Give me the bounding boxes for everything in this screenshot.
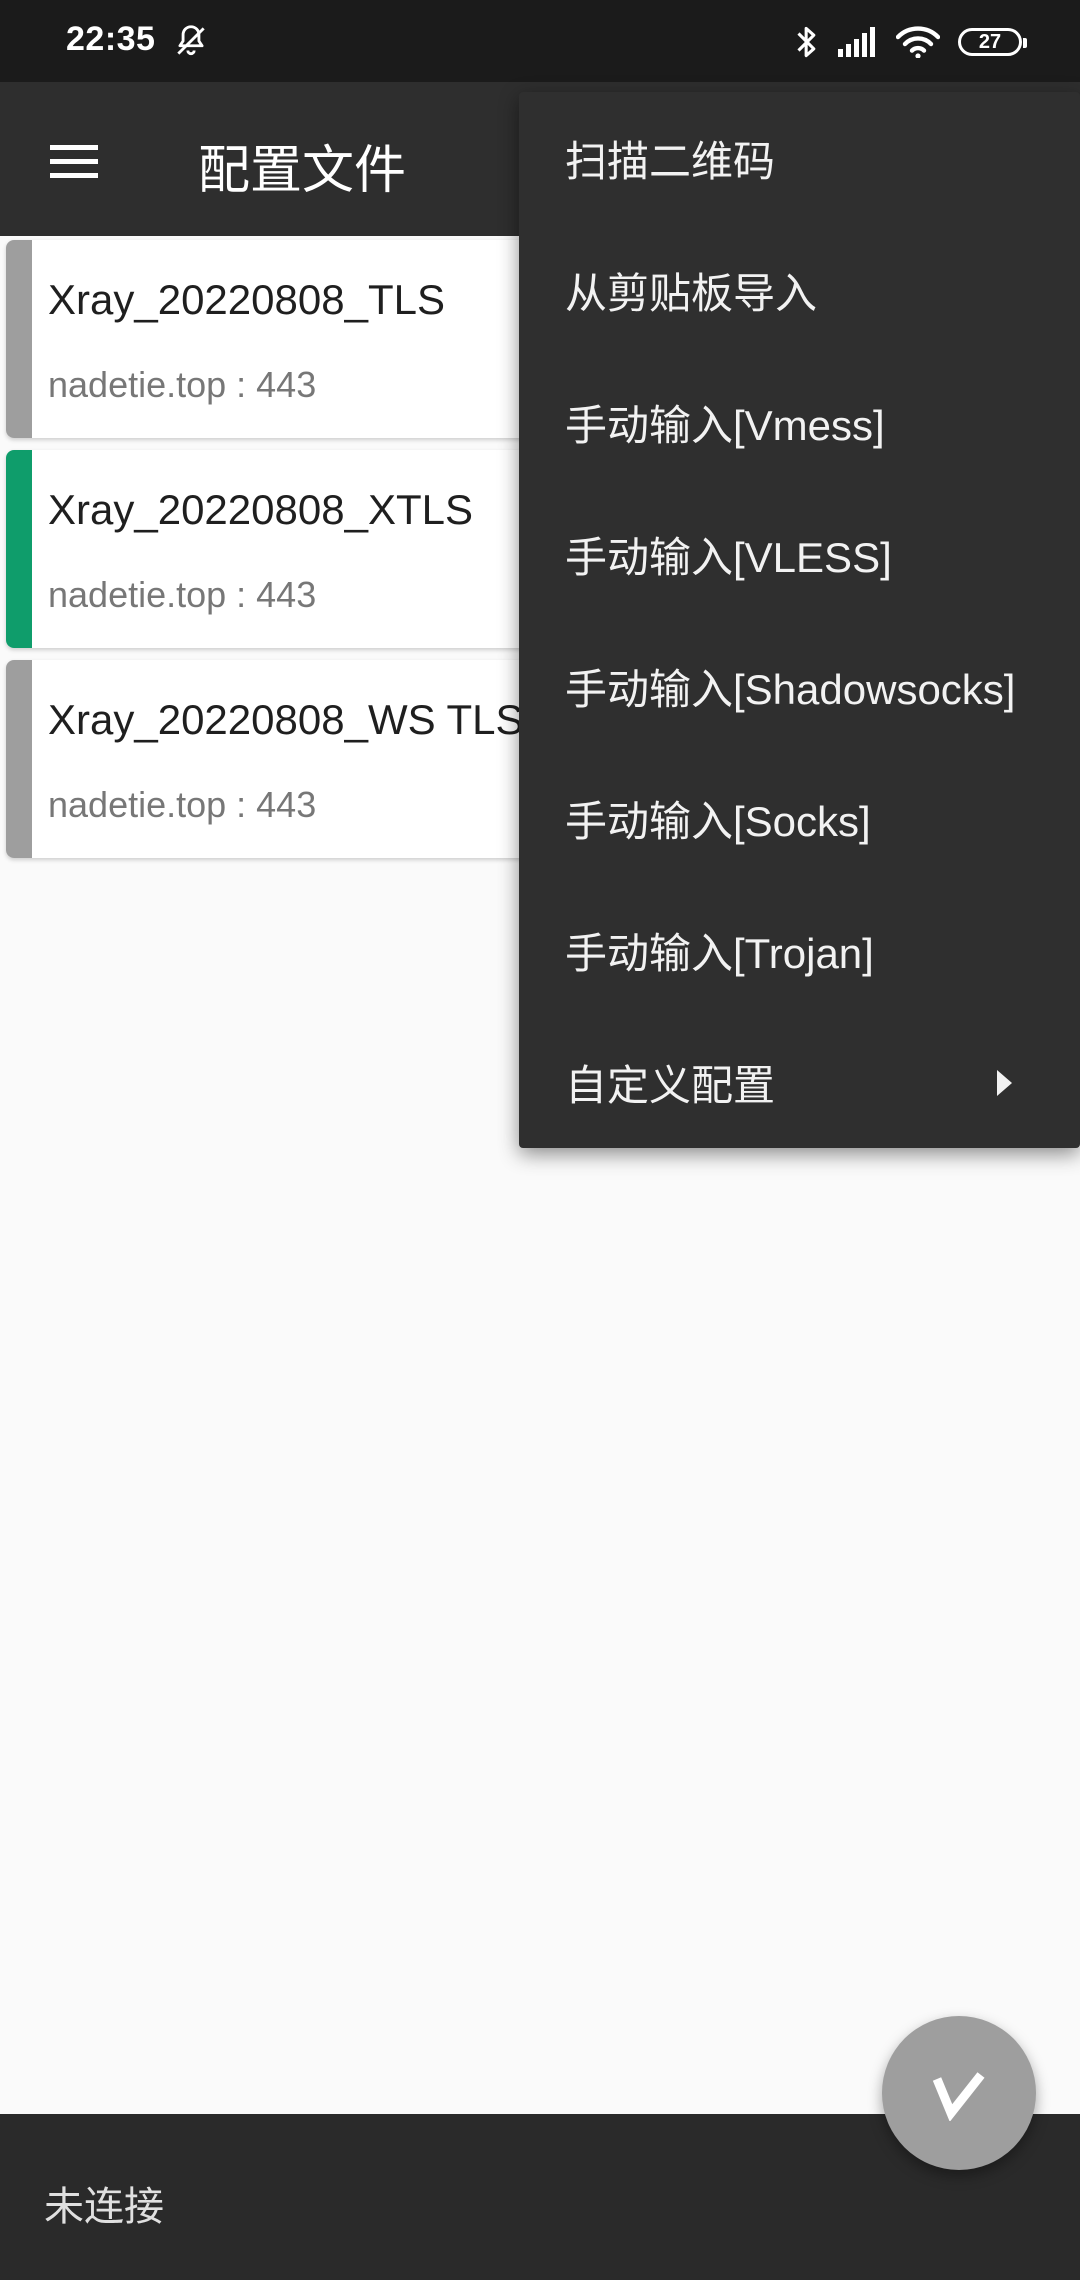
connect-fab-button[interactable] <box>882 2016 1036 2170</box>
page-title: 配置文件 <box>198 142 407 200</box>
status-time: 22:35 <box>66 20 156 58</box>
profile-selection-indicator <box>6 660 32 858</box>
v-logo-icon <box>932 2072 985 2121</box>
profile-address: nadetie.top : 443 <box>48 364 317 405</box>
add-config-menu: 扫描二维码 从剪贴板导入 手动输入[Vmess] 手动输入[VLESS] 手动输… <box>519 92 1080 1148</box>
connection-status: 未连接 <box>44 2185 164 2229</box>
hamburger-menu-icon[interactable] <box>44 132 104 192</box>
menu-item-manual-vless[interactable]: 手动输入[VLESS] <box>519 488 1080 620</box>
menu-item-manual-trojan[interactable]: 手动输入[Trojan] <box>519 884 1080 1016</box>
profile-name: Xray_20220808_WS TLS <box>48 696 524 743</box>
profile-name: Xray_20220808_TLS <box>48 276 445 323</box>
battery-icon: 27 <box>958 28 1027 56</box>
menu-item-custom-config[interactable]: 自定义配置 <box>519 1016 1080 1148</box>
menu-item-manual-vmess[interactable]: 手动输入[Vmess] <box>519 356 1080 488</box>
status-bar: 22:35 27 <box>0 0 1080 82</box>
battery-level: 27 <box>978 30 1002 53</box>
profile-address: nadetie.top : 443 <box>48 574 317 615</box>
bell-off-icon <box>177 25 205 56</box>
profile-selection-indicator <box>6 240 32 438</box>
menu-item-manual-socks[interactable]: 手动输入[Socks] <box>519 752 1080 884</box>
wifi-icon <box>896 26 940 58</box>
menu-item-scan-qr[interactable]: 扫描二维码 <box>519 92 1080 224</box>
profile-name: Xray_20220808_XTLS <box>48 486 473 533</box>
chevron-right-icon <box>997 1070 1012 1096</box>
screen: 22:35 27 配置文件 Xray_20220808_TLS nadetie.… <box>0 0 1080 2280</box>
menu-item-manual-shadowsocks[interactable]: 手动输入[Shadowsocks] <box>519 620 1080 752</box>
status-icons: 27 <box>794 22 1027 62</box>
profile-selection-indicator <box>6 450 32 648</box>
menu-item-label: 自定义配置 <box>565 1061 776 1109</box>
menu-item-import-clipboard[interactable]: 从剪贴板导入 <box>519 224 1080 356</box>
signal-icon <box>838 27 875 57</box>
bluetooth-icon <box>797 26 816 58</box>
profile-address: nadetie.top : 443 <box>48 784 317 825</box>
